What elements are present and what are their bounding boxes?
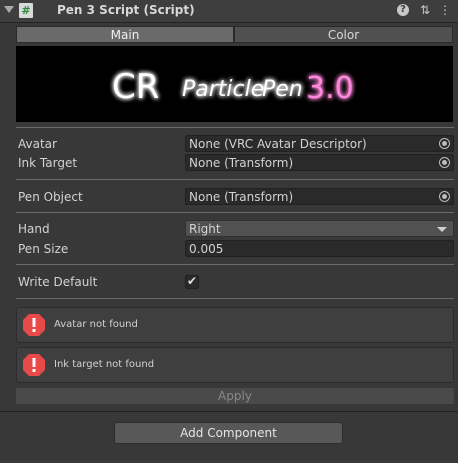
context-menu-icon[interactable]: ⋮ <box>438 3 452 17</box>
object-picker-icon[interactable] <box>439 138 450 149</box>
script-icon-glyph: # <box>21 4 31 17</box>
error-message: Ink target not found <box>54 359 155 370</box>
foldout-arrow-icon[interactable] <box>4 6 14 13</box>
hand-label: Hand <box>18 222 50 236</box>
separator <box>16 179 454 180</box>
avatar-label: Avatar <box>18 137 57 151</box>
tab-color[interactable]: Color <box>234 26 453 43</box>
banner-image: CR Particle Pen 3.0 <box>16 46 453 122</box>
hand-dropdown[interactable]: Right <box>185 220 454 237</box>
pen-size-field-value: 0.005 <box>189 242 224 256</box>
banner-pen-text: Pen <box>262 77 303 102</box>
separator <box>16 298 454 299</box>
separator <box>16 127 454 128</box>
pen-object-label: Pen Object <box>18 190 83 204</box>
error-message: Avatar not found <box>54 319 138 330</box>
banner-logo: CR Particle Pen 3.0 <box>112 67 354 107</box>
ink-target-label: Ink Target <box>18 156 78 170</box>
separator <box>16 264 454 265</box>
object-picker-icon[interactable] <box>439 157 450 168</box>
tab-bar: Main Color <box>16 26 453 43</box>
component-header[interactable]: # Pen 3 Script (Script) ? ⇅ ⋮ <box>0 0 458 23</box>
pen-object-field[interactable]: None (Transform) <box>185 188 454 205</box>
write-default-label: Write Default <box>18 275 98 289</box>
error-icon <box>23 314 45 336</box>
banner-version-text: 3.0 <box>306 71 354 106</box>
object-picker-icon[interactable] <box>439 191 450 202</box>
component-title: Pen 3 Script (Script) <box>57 3 195 17</box>
error-helpbox: Avatar not found <box>16 307 454 343</box>
presets-icon[interactable]: ⇅ <box>418 3 432 17</box>
error-icon <box>23 354 45 376</box>
script-icon[interactable]: # <box>19 3 33 18</box>
banner-particle-text: Particle <box>182 77 264 102</box>
help-icon[interactable]: ? <box>397 4 409 16</box>
checkmark-icon: ✔ <box>187 274 198 288</box>
pen-size-label: Pen Size <box>18 242 69 256</box>
avatar-field-value: None (VRC Avatar Descriptor) <box>189 137 367 151</box>
hand-dropdown-value: Right <box>189 222 221 236</box>
ink-target-field-value: None (Transform) <box>189 156 294 170</box>
write-default-checkbox[interactable]: ✔ <box>185 274 199 289</box>
chevron-down-icon <box>437 227 447 232</box>
ink-target-field[interactable]: None (Transform) <box>185 154 454 171</box>
separator <box>16 212 454 213</box>
banner-cr-text: CR <box>112 67 159 107</box>
pen-object-field-value: None (Transform) <box>189 190 294 204</box>
add-component-button[interactable]: Add Component <box>114 422 343 444</box>
pen-size-field[interactable]: 0.005 <box>185 240 454 257</box>
tab-main[interactable]: Main <box>16 26 234 43</box>
avatar-field[interactable]: None (VRC Avatar Descriptor) <box>185 135 454 152</box>
apply-button[interactable]: Apply <box>16 388 454 404</box>
separator <box>0 411 458 412</box>
error-helpbox: Ink target not found <box>16 347 454 383</box>
